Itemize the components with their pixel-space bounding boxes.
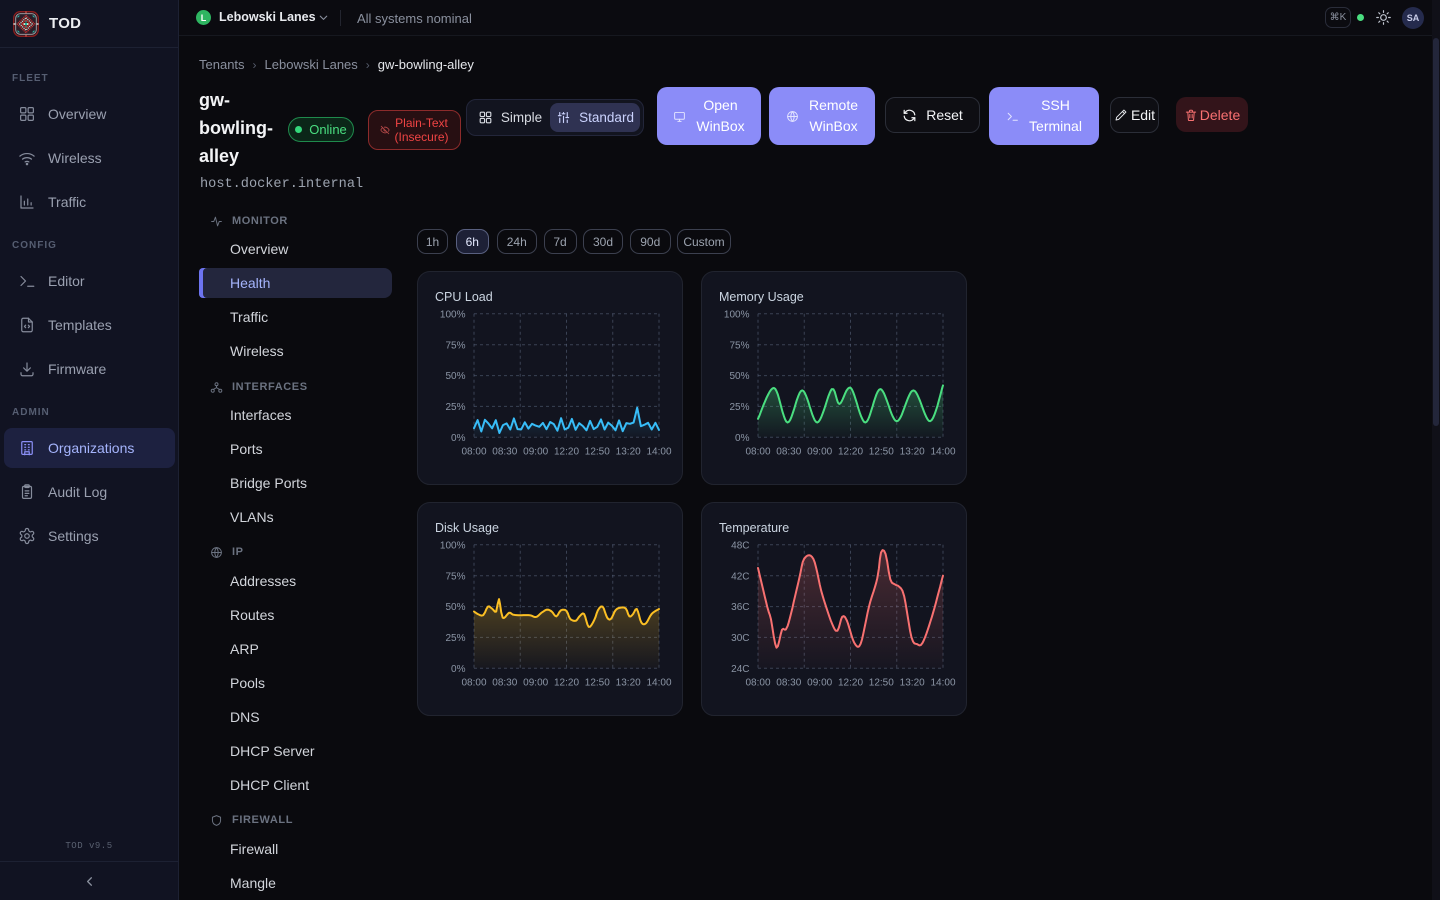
- svg-text:12:50: 12:50: [585, 678, 610, 689]
- svg-text:09:00: 09:00: [807, 678, 832, 689]
- svg-text:0%: 0%: [451, 664, 466, 675]
- svg-text:08:30: 08:30: [776, 678, 801, 689]
- svg-text:30C: 30C: [731, 633, 749, 644]
- svg-text:14:00: 14:00: [930, 678, 955, 689]
- svg-text:Disk Usage: Disk Usage: [435, 521, 499, 535]
- svg-text:12:50: 12:50: [869, 447, 894, 458]
- svg-text:09:00: 09:00: [807, 447, 832, 458]
- svg-text:08:30: 08:30: [492, 678, 517, 689]
- svg-text:50%: 50%: [445, 371, 465, 382]
- svg-text:48C: 48C: [731, 540, 749, 551]
- svg-text:13:20: 13:20: [900, 678, 925, 689]
- svg-text:75%: 75%: [445, 340, 465, 351]
- svg-text:100%: 100%: [724, 309, 750, 320]
- svg-text:12:50: 12:50: [585, 447, 610, 458]
- svg-text:12:20: 12:20: [554, 447, 579, 458]
- svg-text:13:20: 13:20: [616, 678, 641, 689]
- svg-text:08:00: 08:00: [461, 447, 486, 458]
- svg-text:25%: 25%: [729, 402, 749, 413]
- svg-text:14:00: 14:00: [930, 447, 955, 458]
- svg-text:08:30: 08:30: [776, 447, 801, 458]
- svg-text:13:20: 13:20: [616, 447, 641, 458]
- svg-text:100%: 100%: [440, 540, 466, 551]
- svg-text:09:00: 09:00: [523, 678, 548, 689]
- svg-text:09:00: 09:00: [523, 447, 548, 458]
- svg-text:08:00: 08:00: [745, 447, 770, 458]
- svg-text:08:30: 08:30: [492, 447, 517, 458]
- svg-text:25%: 25%: [445, 402, 465, 413]
- svg-text:12:50: 12:50: [869, 678, 894, 689]
- svg-text:CPU Load: CPU Load: [435, 290, 493, 304]
- svg-text:12:20: 12:20: [554, 678, 579, 689]
- svg-text:50%: 50%: [445, 602, 465, 613]
- svg-text:Memory Usage: Memory Usage: [719, 290, 804, 304]
- svg-text:0%: 0%: [735, 433, 750, 444]
- svg-text:42C: 42C: [731, 571, 749, 582]
- svg-text:12:20: 12:20: [838, 678, 863, 689]
- svg-text:14:00: 14:00: [646, 447, 671, 458]
- svg-text:50%: 50%: [729, 371, 749, 382]
- svg-text:75%: 75%: [729, 340, 749, 351]
- svg-text:100%: 100%: [440, 309, 466, 320]
- svg-text:08:00: 08:00: [745, 678, 770, 689]
- svg-text:24C: 24C: [731, 664, 749, 675]
- svg-text:08:00: 08:00: [461, 678, 486, 689]
- svg-text:13:20: 13:20: [900, 447, 925, 458]
- svg-text:36C: 36C: [731, 602, 749, 613]
- svg-text:Temperature: Temperature: [719, 521, 789, 535]
- svg-text:14:00: 14:00: [646, 678, 671, 689]
- svg-text:75%: 75%: [445, 571, 465, 582]
- svg-text:25%: 25%: [445, 633, 465, 644]
- svg-text:12:20: 12:20: [838, 447, 863, 458]
- svg-text:0%: 0%: [451, 433, 466, 444]
